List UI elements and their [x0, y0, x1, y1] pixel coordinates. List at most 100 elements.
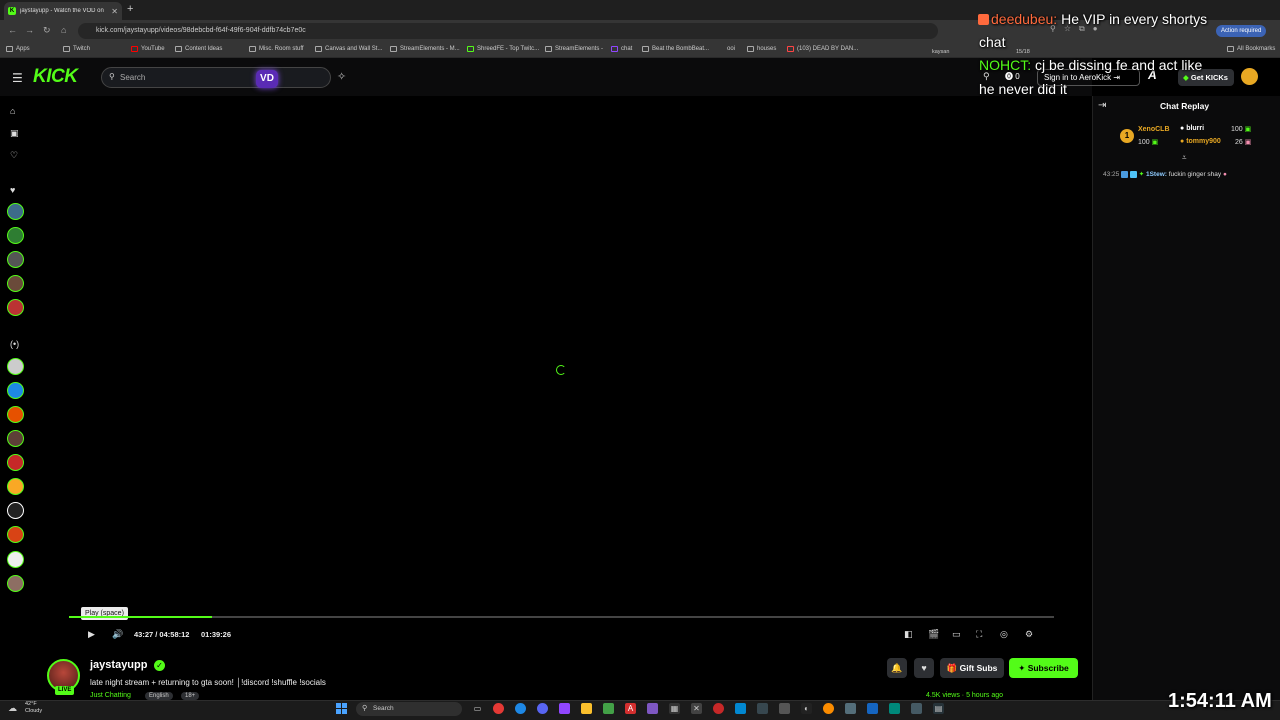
app-icon[interactable]: [867, 703, 878, 714]
app-icon[interactable]: [845, 703, 856, 714]
category-link[interactable]: Just Chatting: [90, 692, 131, 699]
app-icon[interactable]: ✕: [691, 703, 702, 714]
brave-icon[interactable]: [823, 703, 834, 714]
mini-player-icon[interactable]: ◧: [904, 629, 913, 640]
bookmark-youtube[interactable]: YouTube: [131, 46, 165, 52]
collapse-chat-icon[interactable]: ⇥: [1098, 100, 1106, 111]
sparkle-icon[interactable]: ✧: [337, 70, 346, 83]
youtube-icon: [787, 46, 794, 52]
task-view-icon[interactable]: ▭: [472, 703, 483, 714]
sidebar-channel-avatar[interactable]: [7, 251, 24, 268]
follow-button[interactable]: ♥: [914, 658, 934, 678]
app-icon[interactable]: [735, 703, 746, 714]
edge-icon[interactable]: [515, 703, 526, 714]
chat-username[interactable]: 1Stew:: [1146, 171, 1167, 178]
home-icon[interactable]: ⌂: [61, 25, 66, 35]
fullscreen-icon[interactable]: ⛶: [976, 629, 982, 640]
channel-name[interactable]: jaystayupp: [90, 659, 147, 671]
new-tab-icon[interactable]: +: [127, 3, 133, 15]
browser-tab[interactable]: K jaystayupp - Watch the VOD on ✕: [4, 2, 122, 20]
sidebar-channel-avatar[interactable]: [7, 299, 24, 316]
bookmark-streamelements-m[interactable]: StreamElements - M...: [390, 46, 460, 52]
sidebar-channel-avatar[interactable]: [7, 203, 24, 220]
tag-mature[interactable]: 18+: [181, 692, 200, 700]
forward-icon[interactable]: →: [25, 25, 34, 35]
subscribe-button[interactable]: ✦ Subscribe: [1009, 658, 1078, 678]
steam-icon[interactable]: [757, 703, 768, 714]
app-icon[interactable]: ▤: [933, 703, 944, 714]
top-gifter-name[interactable]: XenoCLB: [1138, 126, 1170, 133]
clip-icon[interactable]: 🎬: [928, 629, 939, 640]
bookmark-twitch[interactable]: Twitch: [63, 46, 90, 52]
bookmark-streamelements[interactable]: StreamElements -: [545, 46, 603, 52]
app-icon[interactable]: [647, 703, 658, 714]
sidebar-channel-avatar[interactable]: [7, 478, 24, 495]
sidebar-channel-avatar[interactable]: [7, 358, 24, 375]
bookmark-chat[interactable]: chat: [611, 46, 632, 52]
close-tab-icon[interactable]: ✕: [111, 7, 118, 16]
expand-leaderboard-icon[interactable]: ⩡: [1182, 153, 1187, 163]
app-icon[interactable]: [911, 703, 922, 714]
obs-icon[interactable]: [713, 703, 724, 714]
notifications-button[interactable]: 🔔: [887, 658, 907, 678]
gift-subs-button[interactable]: 🎁 Gift Subs: [940, 658, 1004, 678]
vd-extension-badge[interactable]: VD: [256, 70, 278, 88]
discord-icon[interactable]: [537, 703, 548, 714]
playback-speed-icon[interactable]: ◎: [1000, 629, 1008, 640]
action-required-button[interactable]: Action required: [1216, 25, 1267, 37]
taskbar-search[interactable]: ⚲ Search: [356, 702, 462, 716]
app-icon[interactable]: ◐: [801, 703, 812, 714]
bookmark-content-ideas[interactable]: Content Ideas: [175, 46, 222, 52]
sidebar-channel-avatar[interactable]: [7, 454, 24, 471]
sidebar-channel-avatar[interactable]: [7, 275, 24, 292]
twitch-app-icon[interactable]: [559, 703, 570, 714]
sidebar-channel-avatar[interactable]: [7, 502, 24, 519]
search-input[interactable]: ⚲ Search: [101, 67, 331, 88]
gifter-name[interactable]: ● tommy900: [1180, 138, 1221, 145]
gifter-name[interactable]: ● blurri: [1180, 125, 1204, 132]
bookmark-beat-the-bomb[interactable]: Beat the BombBeat...: [642, 46, 709, 52]
volume-icon[interactable]: 🔊: [112, 629, 123, 640]
reload-icon[interactable]: ↻: [43, 25, 51, 36]
bookmark-apps[interactable]: Apps: [6, 46, 30, 52]
kick-logo[interactable]: KICK: [33, 66, 78, 88]
bell-icon: 🔔: [891, 663, 903, 673]
overlay-chat-line: he never did it: [979, 81, 1067, 97]
browse-icon[interactable]: ▣: [10, 128, 19, 139]
app-icon[interactable]: A: [625, 703, 636, 714]
following-icon[interactable]: ♡: [10, 150, 18, 161]
play-icon[interactable]: ▶: [88, 629, 95, 640]
chrome-icon[interactable]: [493, 703, 504, 714]
bookmark-canvas[interactable]: Canvas and Wall St...: [315, 46, 382, 52]
bookmark-dead-by-daylight[interactable]: (103) DEAD BY DAN...: [787, 46, 858, 52]
app-icon[interactable]: [889, 703, 900, 714]
url-field[interactable]: kick.com/jaystayupp/videos/98debcbd-f64f…: [78, 23, 938, 39]
user-avatar[interactable]: [1241, 68, 1258, 85]
app-icon[interactable]: ▦: [669, 703, 680, 714]
bookmark-shreedfe[interactable]: ShreedFE - Top Twitc...: [467, 46, 539, 52]
sidebar-channel-avatar[interactable]: [7, 382, 24, 399]
bookmark-houses[interactable]: houses: [747, 46, 776, 52]
menu-icon[interactable]: ☰: [12, 71, 23, 85]
sidebar-channel-avatar[interactable]: [7, 551, 24, 568]
bookmark-misc-room[interactable]: Misc. Room stuff: [249, 46, 304, 52]
home-icon[interactable]: ⌂: [10, 106, 15, 116]
bookmark-all[interactable]: All Bookmarks: [1227, 46, 1275, 52]
bookmark-ooi[interactable]: ooi: [727, 46, 735, 52]
folder-icon: [1227, 46, 1234, 52]
weather-widget[interactable]: 42°F Cloudy: [25, 701, 42, 715]
seek-bar[interactable]: [69, 616, 1054, 618]
sidebar-channel-avatar[interactable]: [7, 526, 24, 543]
sidebar-channel-avatar[interactable]: [7, 406, 24, 423]
file-explorer-icon[interactable]: [581, 703, 592, 714]
tag-language[interactable]: English: [145, 692, 173, 700]
windows-start-icon[interactable]: [336, 703, 347, 714]
app-icon[interactable]: [779, 703, 790, 714]
settings-gear-icon[interactable]: ⚙: [1025, 629, 1033, 640]
theater-mode-icon[interactable]: ▭: [952, 629, 961, 640]
sidebar-channel-avatar[interactable]: [7, 227, 24, 244]
back-icon[interactable]: ←: [8, 25, 17, 35]
sidebar-channel-avatar[interactable]: [7, 430, 24, 447]
sidebar-channel-avatar[interactable]: [7, 575, 24, 592]
spotify-icon[interactable]: [603, 703, 614, 714]
